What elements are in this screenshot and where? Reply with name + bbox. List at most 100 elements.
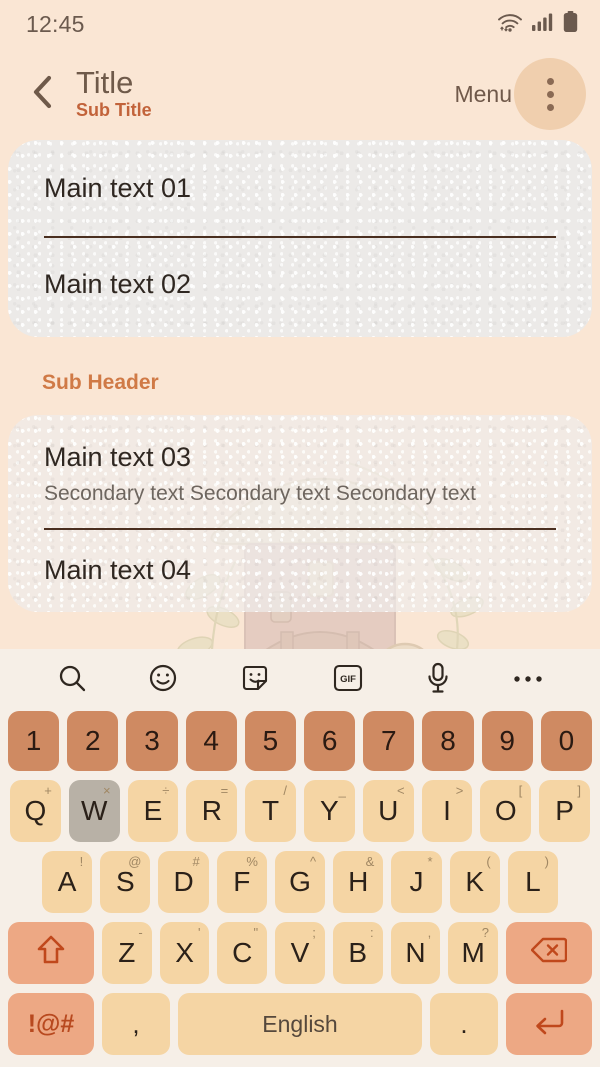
menu-label[interactable]: Menu [454, 81, 512, 108]
key-label: G [289, 866, 311, 897]
key-label: 7 [381, 725, 397, 756]
letter-key-c[interactable]: " C [217, 922, 268, 984]
keyboard-row-zxcv: - Z ' X " C; V: B, N? M [0, 922, 600, 984]
letter-key-i[interactable]: > I [421, 780, 473, 842]
letter-key-u[interactable]: < U [362, 780, 414, 842]
list-card-secondary: Main text 03 Secondary text Secondary te… [8, 415, 592, 612]
key-label: W [80, 795, 108, 826]
letter-key-p[interactable]: ] P [539, 780, 590, 842]
letter-key-v[interactable]: ; V [275, 922, 325, 984]
letter-key-o[interactable]: [O [480, 780, 532, 842]
svg-text:GIF: GIF [340, 674, 356, 685]
letter-key-g[interactable]: ^ G [274, 851, 326, 913]
keyboard-sticker-button[interactable] [240, 663, 270, 698]
keyboard-gif-button[interactable]: GIF [332, 664, 364, 697]
letter-key-b[interactable]: :B [332, 922, 383, 984]
key-label: S [116, 866, 135, 897]
key-label: T [262, 795, 280, 826]
list-item[interactable]: Main text 04 [8, 530, 592, 612]
back-button[interactable] [22, 73, 64, 115]
key-label: F [233, 866, 251, 897]
keyboard-more-button[interactable] [513, 671, 543, 689]
number-key-2[interactable]: 2 [67, 711, 119, 771]
letter-key-a[interactable]: ! A [42, 851, 93, 913]
enter-key[interactable] [506, 993, 592, 1055]
comma-key[interactable]: , [102, 993, 170, 1055]
letter-key-t[interactable]: / T [245, 780, 296, 842]
list-item[interactable]: Main text 02 [8, 238, 592, 338]
letter-key-h[interactable]: & H [333, 851, 384, 913]
number-key-8[interactable]: 8 [422, 711, 474, 771]
key-secondary-symbol: & [365, 854, 375, 869]
list-item-main-text: Main text 03 [44, 442, 192, 473]
key-label: B [348, 937, 368, 968]
letter-key-m[interactable]: ? M [448, 922, 499, 984]
key-label: Y [320, 795, 339, 826]
number-key-5[interactable]: 5 [244, 711, 296, 771]
status-icons [497, 10, 578, 38]
list-item[interactable]: Main text 03 Secondary text Secondary te… [8, 415, 592, 528]
keyboard-emoji-button[interactable] [148, 663, 178, 698]
number-key-7[interactable]: 7 [363, 711, 415, 771]
space-key[interactable]: English [178, 993, 422, 1055]
microphone-icon [425, 662, 451, 699]
key-label: N [405, 937, 426, 968]
number-key-9[interactable]: 9 [481, 711, 533, 771]
letter-key-f[interactable]: % F [216, 851, 267, 913]
gif-icon: GIF [332, 664, 364, 697]
keyboard-microphone-button[interactable] [425, 662, 451, 699]
letter-key-s[interactable]: @ S [100, 851, 151, 913]
key-secondary-symbol: # [192, 854, 200, 869]
number-key-3[interactable]: 3 [126, 711, 178, 771]
key-secondary-symbol: ^ [310, 854, 317, 869]
shift-arrow-icon [36, 934, 66, 973]
key-secondary-symbol: = [220, 783, 229, 798]
key-secondary-symbol: < [397, 783, 405, 798]
list-item-secondary-text: Secondary text Secondary text Secondary … [44, 482, 476, 506]
backspace-icon [530, 936, 568, 971]
letter-key-l[interactable]: ) L [507, 851, 558, 913]
key-label: D [173, 866, 194, 897]
key-label: O [494, 795, 517, 826]
number-key-4[interactable]: 4 [185, 711, 237, 771]
list-item[interactable]: Main text 01 [8, 140, 592, 236]
key-label: U [378, 795, 399, 826]
key-label: 2 [85, 725, 101, 756]
page-title: Title [76, 64, 134, 100]
key-label: C [232, 937, 253, 968]
content-area: Main text 01 Main text 02 Sub Header Mai… [0, 140, 600, 743]
letter-key-d[interactable]: # D [158, 851, 209, 913]
key-secondary-symbol: ] [577, 783, 581, 798]
key-label: Z [118, 937, 136, 968]
letter-key-q[interactable]: + Q [10, 780, 61, 842]
shift-key[interactable] [7, 922, 94, 984]
key-label: Q [24, 795, 47, 826]
overflow-menu-button[interactable] [514, 58, 586, 130]
key-label: I [443, 795, 451, 826]
symbols-key[interactable]: !@# [8, 993, 94, 1055]
letter-key-k[interactable]: (K [449, 851, 500, 913]
key-label: A [57, 866, 77, 897]
letter-key-x[interactable]: ' X [159, 922, 210, 984]
letter-key-n[interactable]: ,N [390, 922, 441, 984]
battery-icon [563, 10, 578, 38]
key-secondary-symbol: [ [518, 783, 523, 798]
key-secondary-symbol: ! [79, 854, 84, 869]
backspace-key[interactable] [506, 922, 593, 984]
keyboard-search-button[interactable] [57, 663, 87, 698]
key-secondary-symbol: / [283, 783, 287, 798]
back-chevron-icon [30, 75, 56, 114]
letter-key-e[interactable]: ÷ E [127, 780, 179, 842]
number-key-1[interactable]: 1 [7, 711, 60, 771]
list-item-main-text: Main text 01 [44, 173, 192, 203]
letter-key-z[interactable]: -Z [101, 922, 152, 984]
key-label: 1 [25, 725, 42, 756]
letter-key-j[interactable]: * J [391, 851, 442, 913]
letter-key-y[interactable]: _ Y [304, 780, 355, 842]
period-key[interactable]: . [430, 993, 498, 1055]
key-label: V [290, 937, 310, 968]
number-key-6[interactable]: 6 [304, 711, 356, 771]
number-key-0[interactable]: 0 [540, 711, 593, 771]
letter-key-w[interactable]: × W [68, 780, 120, 842]
letter-key-r[interactable]: = R [186, 780, 238, 842]
